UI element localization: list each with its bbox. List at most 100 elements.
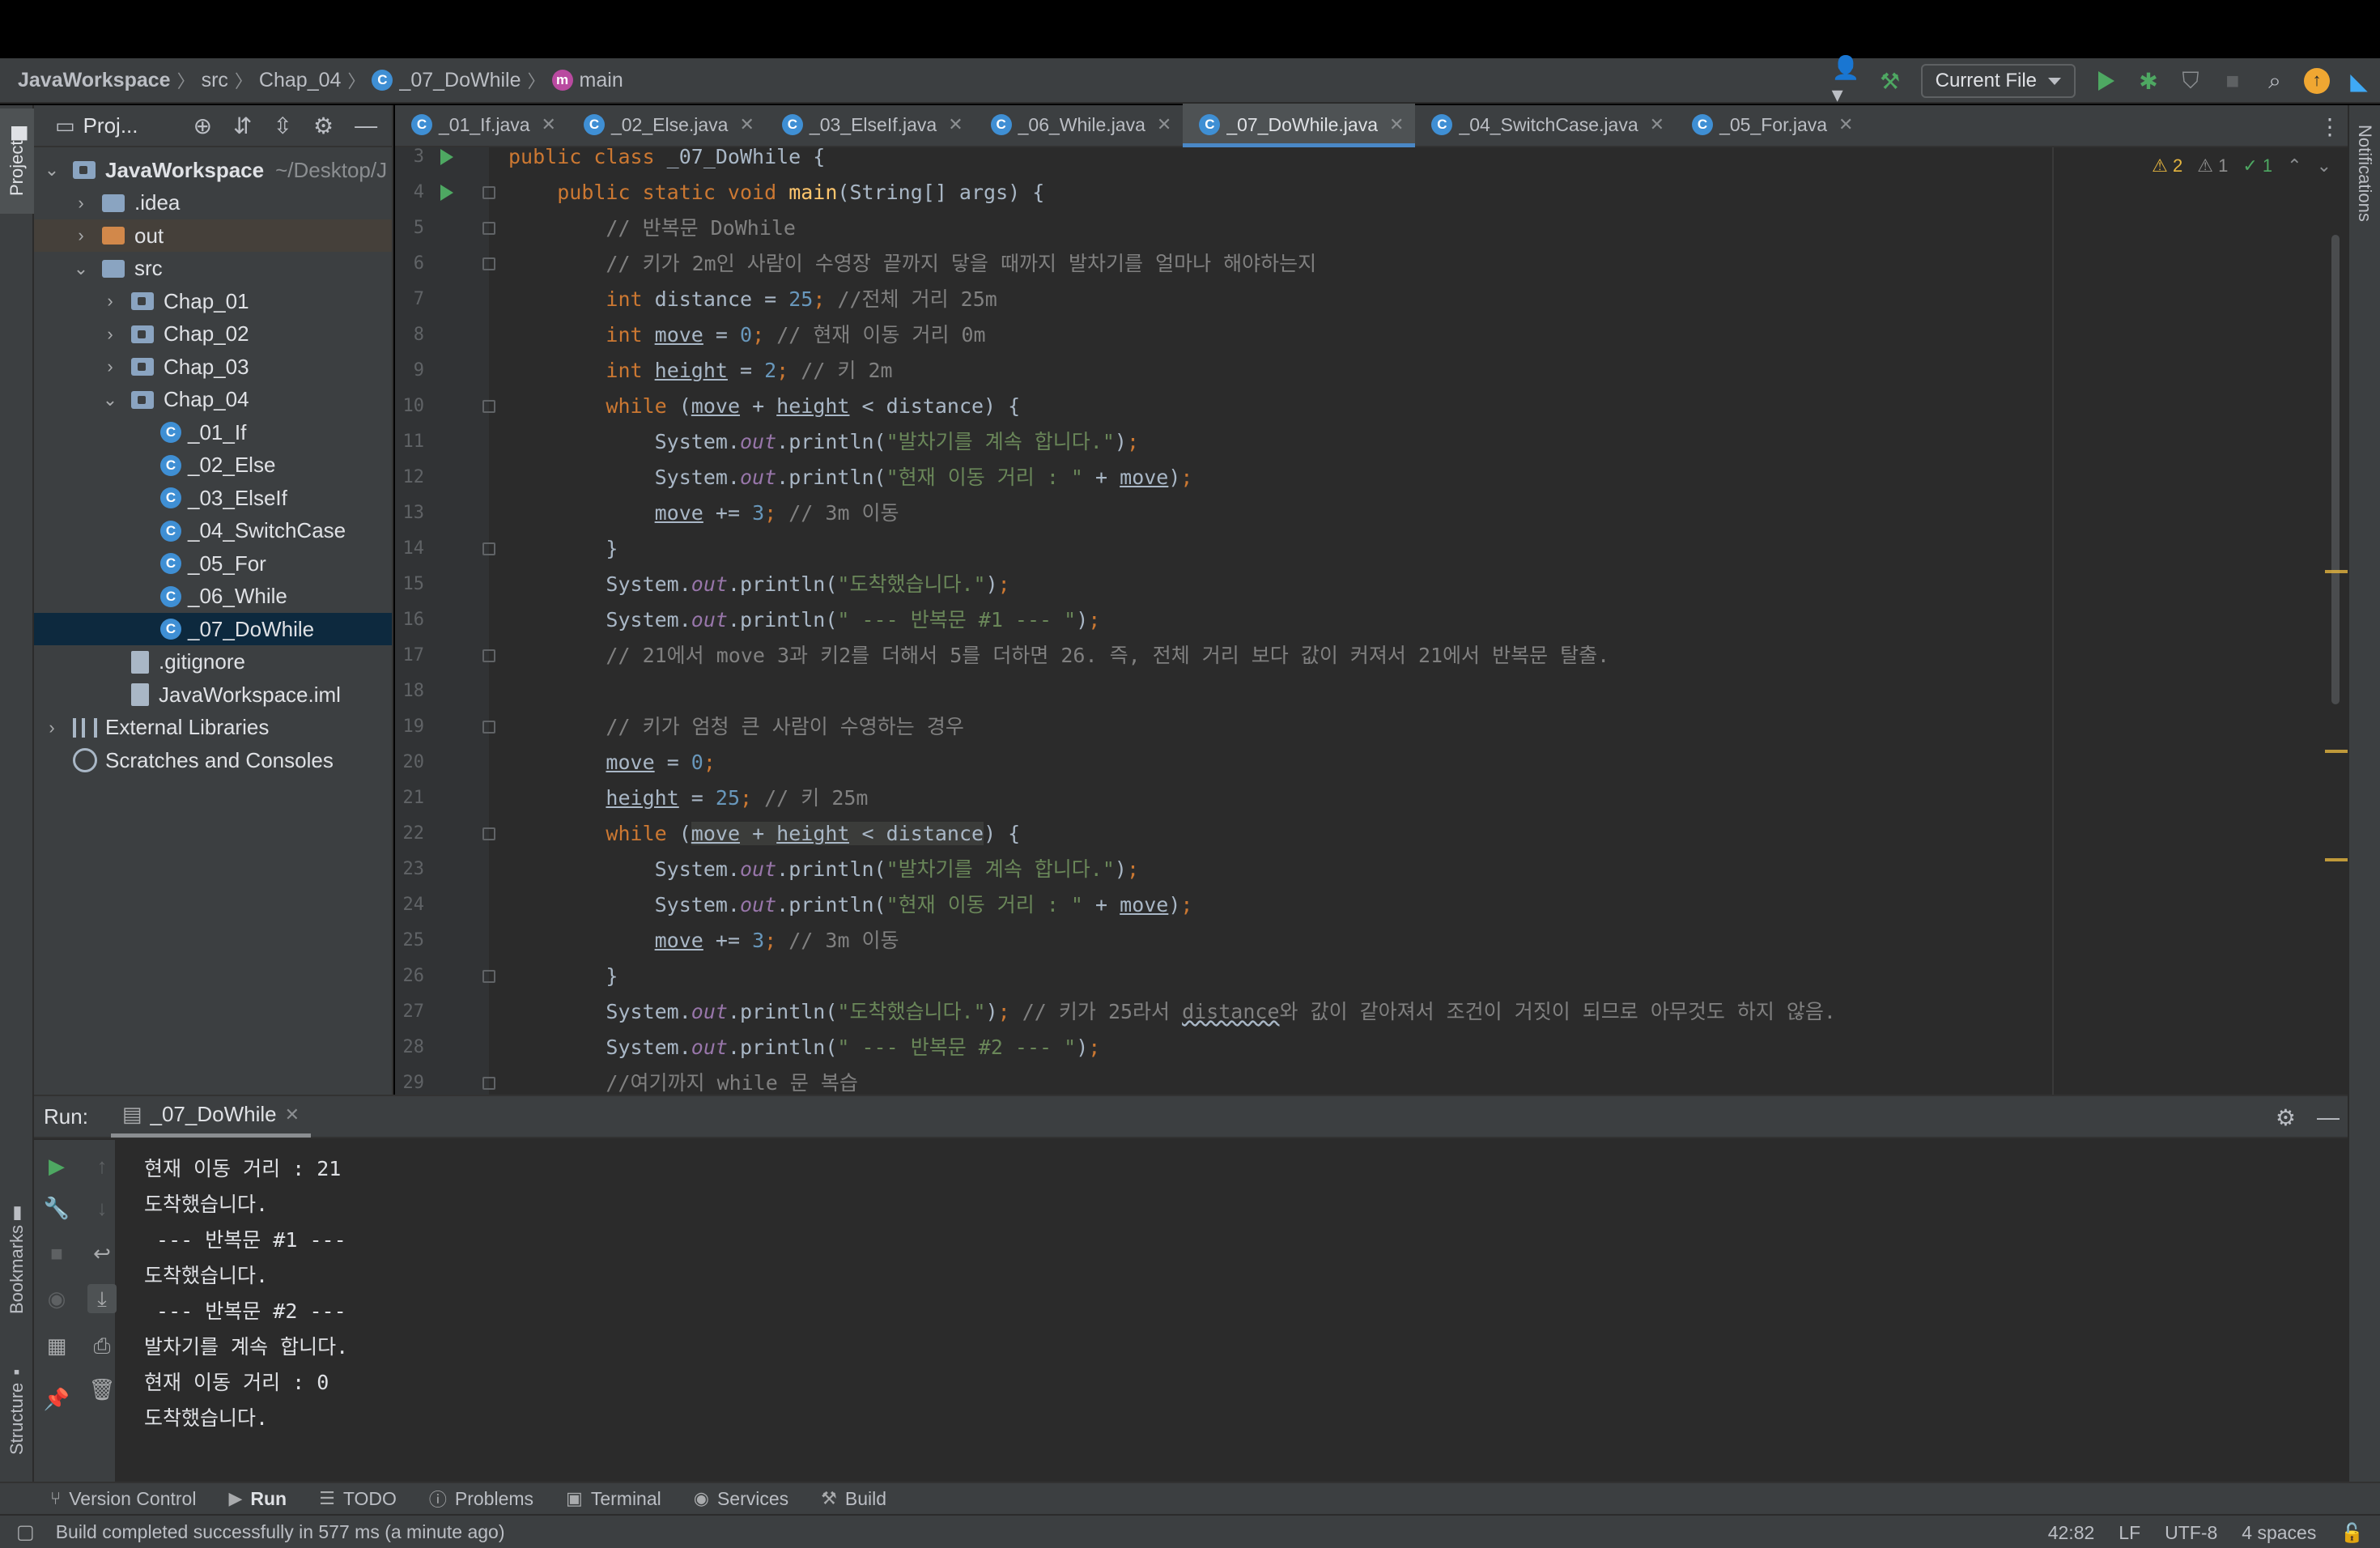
close-icon[interactable]: ✕	[1157, 114, 1171, 135]
ide-logo-icon[interactable]: ◣	[2343, 65, 2375, 97]
close-icon[interactable]: ✕	[1650, 114, 1664, 135]
chevron-right-icon[interactable]: ›	[100, 291, 120, 312]
close-icon[interactable]: ✕	[948, 114, 963, 135]
code-line[interactable]: public static void main(String[] args) {	[508, 175, 2348, 211]
close-icon[interactable]: ✕	[1389, 114, 1404, 135]
tree-item[interactable]: › Chap_03	[34, 351, 392, 383]
tool-window-terminal[interactable]: ▣ Terminal	[566, 1488, 661, 1510]
notifications-tool-tab[interactable]: Notifications	[2354, 125, 2375, 222]
code-line[interactable]: int height = 2; // 키 2m	[508, 353, 2348, 389]
update-button[interactable]: ↑	[2301, 65, 2333, 97]
caret-position[interactable]: 42:82	[2048, 1522, 2095, 1544]
close-icon[interactable]: ✕	[542, 114, 556, 135]
project-view-icon[interactable]: ▭	[55, 113, 75, 138]
code-line[interactable]: while (move + height < distance) {	[508, 389, 2348, 424]
code-line[interactable]: }	[508, 959, 2348, 994]
user-account-icon[interactable]: 👤▾	[1832, 55, 1864, 107]
layout-toggle-icon[interactable]: ▢	[16, 1520, 35, 1544]
run-gutter-icon[interactable]	[440, 185, 453, 201]
breadcrumb-package[interactable]: Chap_04	[259, 69, 341, 92]
debug-button[interactable]: ✱	[2132, 65, 2165, 97]
close-icon[interactable]: ✕	[739, 114, 754, 135]
close-icon[interactable]: ✕	[285, 1104, 300, 1125]
code-line[interactable]: int distance = 25; //전체 거리 25m	[508, 282, 2348, 317]
locate-icon[interactable]: ⊕	[193, 113, 212, 139]
chevron-right-icon[interactable]: ›	[71, 225, 91, 246]
weak-warning-count[interactable]: ⚠ 1	[2197, 155, 2228, 176]
chevron-right-icon[interactable]: ›	[100, 324, 120, 345]
line-separator[interactable]: LF	[2119, 1522, 2140, 1544]
camera-icon[interactable]: ◉	[42, 1284, 71, 1313]
code-line[interactable]: System.out.println("도착했습니다."); // 키가 25라…	[508, 994, 2348, 1030]
soft-wrap-icon[interactable]: ↩	[87, 1239, 117, 1268]
tree-item[interactable]: .gitignore	[34, 646, 392, 678]
build-hammer-icon[interactable]: ⚒	[1874, 65, 1906, 97]
chevron-right-icon[interactable]: ›	[71, 193, 91, 214]
code-line[interactable]: while (move + height < distance) {	[508, 816, 2348, 852]
tree-item[interactable]: C _04_SwitchCase	[34, 515, 392, 547]
editor-tab[interactable]: C _03_ElseIf.java ✕	[766, 104, 975, 146]
code-line[interactable]: System.out.println("도착했습니다.");	[508, 567, 2348, 602]
code-line[interactable]: //여기까지 while 문 복습	[508, 1065, 2348, 1095]
chevron-down-icon[interactable]: ⌄	[71, 258, 91, 279]
coverage-button[interactable]: ⛉	[2174, 65, 2207, 97]
tree-item[interactable]: JavaWorkspace.iml	[34, 678, 392, 711]
code-line[interactable]: System.out.println("발차기를 계속 합니다.");	[508, 852, 2348, 887]
arrow-down-icon[interactable]: ↓	[87, 1193, 117, 1223]
tool-window-problems[interactable]: ⓘ Problems	[429, 1486, 533, 1512]
tool-window-todo[interactable]: ☰ TODO	[319, 1488, 397, 1510]
gear-icon[interactable]: ⚙	[313, 113, 334, 139]
tree-item[interactable]: › .idea	[34, 187, 392, 219]
warning-count[interactable]: ⚠ 2	[2152, 155, 2182, 176]
tree-item[interactable]: C _05_For	[34, 547, 392, 580]
tree-item[interactable]: ⌄ JavaWorkspace ~/Desktop/J	[34, 154, 392, 186]
tree-item[interactable]: › External Libraries	[34, 712, 392, 744]
stop-icon[interactable]: ■	[42, 1239, 71, 1268]
search-icon[interactable]: ⌕	[2259, 65, 2291, 97]
tool-window-run[interactable]: ▶ Run	[228, 1488, 287, 1510]
editor-tab[interactable]: C _01_If.java ✕	[395, 104, 567, 146]
more-options-icon[interactable]: ⋮	[2318, 105, 2341, 147]
run-config-dropdown[interactable]: Current File	[1920, 64, 2076, 98]
file-encoding[interactable]: UTF-8	[2165, 1522, 2217, 1544]
tree-item[interactable]: C _01_If	[34, 416, 392, 449]
stop-button[interactable]: ■	[2216, 65, 2249, 97]
run-tab[interactable]: ▤ _07_DoWhile ✕	[110, 1095, 312, 1138]
tree-item[interactable]: C _07_DoWhile	[34, 613, 392, 645]
trash-icon[interactable]: 🗑	[87, 1375, 117, 1404]
tree-item[interactable]: C _02_Else	[34, 449, 392, 482]
code-line[interactable]: height = 25; // 키 25m	[508, 780, 2348, 816]
rerun-icon[interactable]: ▶	[42, 1151, 71, 1180]
arrow-up-icon[interactable]: ↑	[87, 1151, 117, 1180]
chevron-right-icon[interactable]: ›	[100, 356, 120, 377]
code-line[interactable]: System.out.println("발차기를 계속 합니다.");	[508, 424, 2348, 460]
pin-icon[interactable]: 📌	[42, 1384, 71, 1414]
status-message[interactable]: Build completed successfully in 577 ms (…	[56, 1521, 505, 1543]
code-line[interactable]: move += 3; // 3m 이동	[508, 495, 2348, 531]
collapse-all-icon[interactable]: ⇳	[274, 113, 292, 139]
code-line[interactable]: // 반복문 DoWhile	[508, 211, 2348, 246]
project-panel-title[interactable]: Proj...	[83, 113, 172, 138]
code-line[interactable]: // 키가 엄청 큰 사람이 수영하는 경우	[508, 709, 2348, 745]
tree-item[interactable]: › Chap_02	[34, 318, 392, 351]
inspection-widget[interactable]: ⚠ 2 ⚠ 1 ✓ 1 ⌃ ⌄	[2152, 155, 2331, 176]
gear-icon[interactable]: ⚙	[2276, 1104, 2296, 1131]
minimize-icon[interactable]: —	[2317, 1104, 2340, 1130]
code-line[interactable]: move += 3; // 3m 이동	[508, 923, 2348, 959]
print-icon[interactable]: ⎙	[87, 1331, 117, 1360]
scroll-marker[interactable]	[2325, 750, 2348, 753]
chevron-down-icon[interactable]: ⌄	[2317, 155, 2331, 176]
console-output[interactable]: 현재 이동 거리 : 21 도착했습니다. --- 반복문 #1 --- 도착했습…	[144, 1151, 359, 1436]
code-line[interactable]: public class _07_DoWhile {	[508, 147, 2348, 175]
code-editor[interactable]: 3 4 5 6 7 8 9 10 11 12 13 14 15 16 17 18 19 20 21 22 23 24 25 2…	[395, 147, 2348, 1095]
chevron-down-icon[interactable]: ⌄	[42, 159, 62, 181]
minimize-icon[interactable]: —	[355, 113, 377, 138]
breadcrumb-class[interactable]: C _07_DoWhile	[372, 69, 521, 92]
code-line[interactable]: }	[508, 531, 2348, 567]
code-area[interactable]: public class _07_DoWhile { public static…	[489, 147, 2348, 1095]
tool-window-version-control[interactable]: ⑂ Version Control	[50, 1488, 196, 1510]
chevron-right-icon[interactable]: ›	[42, 717, 62, 738]
editor-tab[interactable]: C _07_DoWhile.java ✕	[1183, 104, 1416, 147]
run-gutter-icon[interactable]	[440, 149, 453, 165]
code-line[interactable]: System.out.println(" --- 반복문 #2 --- ");	[508, 1030, 2348, 1065]
